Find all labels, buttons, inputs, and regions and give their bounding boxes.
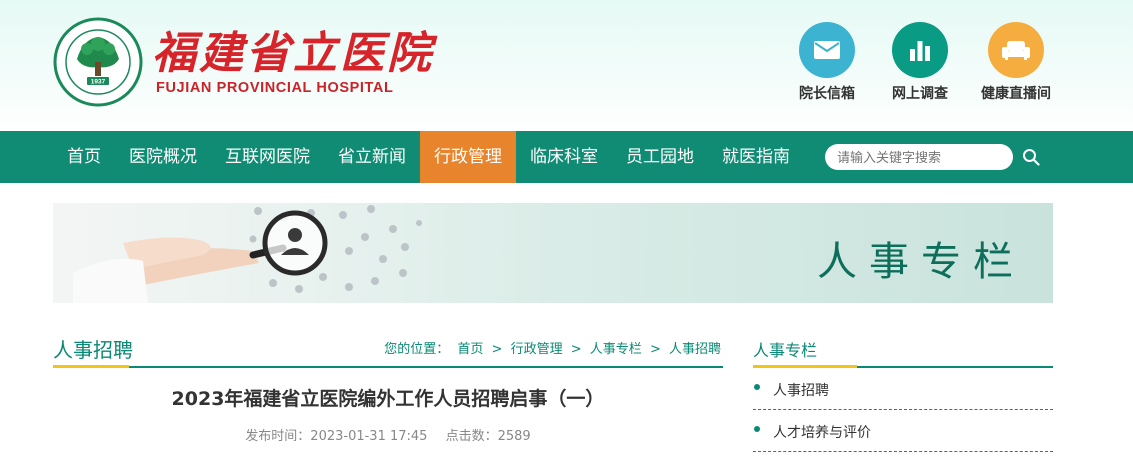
nav-item-overview[interactable]: 医院概况 — [115, 131, 211, 183]
bullet-dot-icon — [754, 384, 760, 390]
online-survey-link[interactable]: 网上调查 — [880, 22, 960, 103]
sofa-icon — [988, 22, 1044, 78]
section-title: 人事招聘 — [53, 338, 133, 362]
section-divider — [53, 366, 723, 368]
logo-english-text[interactable]: FUJIAN PROVINCIAL HOSPITAL — [156, 80, 393, 96]
nav-item-guide[interactable]: 就医指南 — [708, 131, 804, 183]
sidebar-item-label: 人事招聘 — [773, 383, 829, 399]
breadcrumb-item-personnel[interactable]: 人事专栏 — [590, 342, 642, 357]
banner-magnifier-illustration — [73, 205, 422, 303]
search-input[interactable] — [825, 144, 1013, 170]
site-header: 1937 福建省立医院 FUJIAN PROVINCIAL HOSPITAL 院… — [0, 0, 1133, 131]
svg-text:1937: 1937 — [91, 79, 106, 86]
breadcrumb-separator: > — [570, 342, 582, 357]
nav-item-administration[interactable]: 行政管理 — [420, 131, 516, 183]
sidebar-item-talent-training[interactable]: 人才培养与评价 — [753, 410, 1053, 452]
click-count: 点击数：2589 — [445, 429, 531, 444]
breadcrumb-item-administration[interactable]: 行政管理 — [511, 342, 563, 357]
breadcrumb-separator: > — [491, 342, 503, 357]
banner-title: 人事专栏 — [817, 239, 1025, 285]
breadcrumb: 您的位置： 首页 > 行政管理 > 人事专栏 > 人事招聘 — [382, 338, 723, 357]
breadcrumb-prefix: 您的位置： — [384, 342, 450, 357]
quick-link-label: 健康直播间 — [981, 86, 1051, 102]
personnel-banner: 人事专栏 — [53, 203, 1053, 303]
president-mailbox-link[interactable]: 院长信箱 — [787, 22, 867, 103]
breadcrumb-item-home[interactable]: 首页 — [457, 342, 483, 357]
article-meta: 发布时间：2023-01-31 17:45 点击数：2589 — [53, 425, 723, 444]
nav-item-internet-hospital[interactable]: 互联网医院 — [211, 131, 324, 183]
breadcrumb-item-recruitment[interactable]: 人事招聘 — [669, 342, 721, 357]
breadcrumb-separator: > — [649, 342, 661, 357]
quick-link-label: 院长信箱 — [799, 86, 855, 102]
logo-chinese-text[interactable]: 福建省立医院 — [152, 30, 434, 78]
section-divider-accent — [53, 365, 129, 368]
health-live-link[interactable]: 健康直播间 — [976, 22, 1056, 103]
search-icon[interactable] — [1020, 146, 1042, 168]
hospital-seal-logo[interactable]: 1937 — [53, 17, 143, 107]
nav-item-news[interactable]: 省立新闻 — [324, 131, 420, 183]
nav-item-staff[interactable]: 员工园地 — [612, 131, 708, 183]
article-title: 2023年福建省立医院编外工作人员招聘启事（一） — [171, 388, 605, 410]
publish-time: 发布时间：2023-01-31 17:45 — [245, 429, 428, 444]
sidebar-item-recruitment[interactable]: 人事招聘 — [753, 368, 1053, 410]
sidebar-item-label: 人才培养与评价 — [773, 425, 871, 441]
sidebar-title: 人事专栏 — [753, 341, 818, 360]
nav-item-home[interactable]: 首页 — [53, 131, 115, 183]
bar-chart-icon — [892, 22, 948, 78]
bullet-dot-icon — [754, 426, 760, 432]
nav-items: 首页 医院概况 互联网医院 省立新闻 行政管理 临床科室 员工园地 就医指南 — [53, 131, 804, 183]
quick-link-label: 网上调查 — [892, 86, 948, 102]
mail-icon — [799, 22, 855, 78]
nav-item-clinical-depts[interactable]: 临床科室 — [516, 131, 612, 183]
